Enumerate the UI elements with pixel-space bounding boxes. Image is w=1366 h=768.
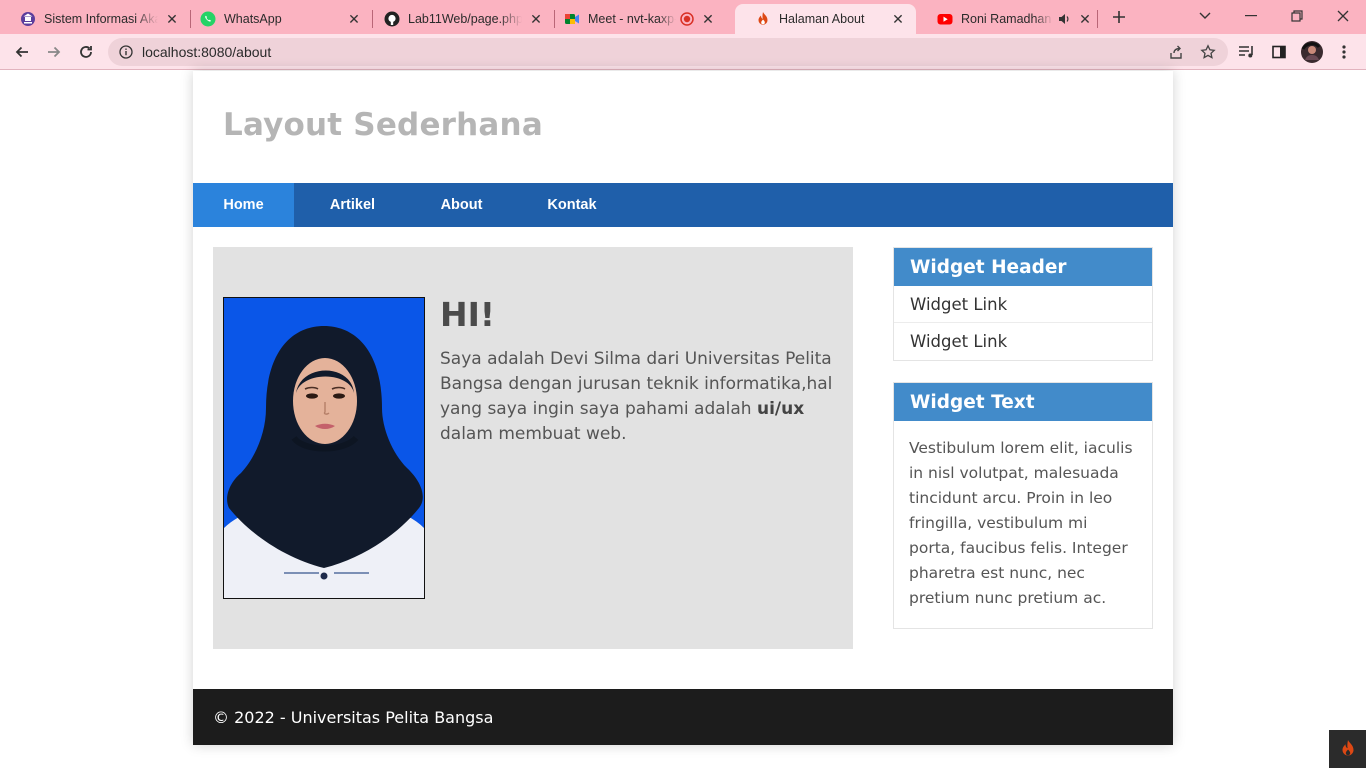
tab-label: Roni Ramadhan Full xyxy=(961,12,1053,26)
widget-links: Widget Header Widget Link Widget Link xyxy=(893,247,1153,361)
tab-label: Lab11Web/page.php at main xyxy=(408,12,522,26)
university-icon xyxy=(20,11,36,27)
reload-button[interactable] xyxy=(72,38,100,66)
nav-home[interactable]: Home xyxy=(193,183,294,227)
avatar xyxy=(1301,41,1323,63)
plus-icon xyxy=(1113,11,1125,23)
widget-header: Widget Text xyxy=(894,383,1152,421)
meet-icon xyxy=(564,11,580,27)
tab-sistem-informasi[interactable]: Sistem Informasi Akademik ✕ xyxy=(0,4,190,34)
address-bar[interactable]: localhost:8080/about xyxy=(108,38,1228,66)
tab-youtube[interactable]: Roni Ramadhan Full ✕ xyxy=(917,4,1097,34)
widget-text: Widget Text Vestibulum lorem elit, iacul… xyxy=(893,382,1153,629)
hero-text-bold: ui/ux xyxy=(756,399,805,419)
close-icon[interactable]: ✕ xyxy=(890,11,906,27)
forward-button[interactable] xyxy=(40,38,68,66)
tab-label: WhatsApp xyxy=(224,12,282,26)
arrow-left-icon xyxy=(15,46,28,58)
restore-icon xyxy=(1291,10,1303,22)
hero-heading: HI! xyxy=(440,295,495,334)
browser-toolbar: localhost:8080/about xyxy=(0,34,1366,70)
minimize-button[interactable] xyxy=(1228,4,1274,28)
bookmark-button[interactable] xyxy=(1194,38,1222,66)
tab-whatsapp[interactable]: WhatsApp ✕ xyxy=(180,4,372,34)
hero-text-part: dalam membuat web. xyxy=(440,424,627,444)
tab-label: Halaman About xyxy=(779,12,865,26)
tab-label: Sistem Informasi Akademik xyxy=(44,12,158,26)
tab-divider xyxy=(1097,10,1098,28)
widget-link[interactable]: Widget Link xyxy=(894,323,1152,360)
footer-text: © 2022 - Universitas Pelita Bangsa xyxy=(213,707,494,727)
codeigniter-icon xyxy=(1342,740,1353,756)
codeigniter-icon xyxy=(755,11,771,27)
url-text: localhost:8080/about xyxy=(142,44,272,60)
new-tab-button[interactable] xyxy=(1108,6,1130,28)
site-footer: © 2022 - Universitas Pelita Bangsa xyxy=(193,689,1173,745)
side-panel-button[interactable] xyxy=(1265,38,1293,66)
chevron-down-icon xyxy=(1199,12,1211,19)
hero-panel: HI! Saya adalah Devi Silma dari Universi… xyxy=(213,247,853,649)
nav-kontak[interactable]: Kontak xyxy=(512,183,632,227)
share-icon xyxy=(1170,45,1182,59)
back-button[interactable] xyxy=(8,38,36,66)
reload-icon xyxy=(80,46,92,58)
recording-icon xyxy=(680,12,694,26)
whatsapp-icon xyxy=(200,11,216,27)
playlist-icon xyxy=(1239,46,1253,58)
restore-button[interactable] xyxy=(1274,4,1320,28)
star-icon xyxy=(1200,44,1216,59)
close-icon[interactable]: ✕ xyxy=(1077,11,1093,27)
tab-label: Meet - nvt-kaxp-cm xyxy=(588,12,676,26)
menu-button[interactable] xyxy=(1330,38,1358,66)
site-title: Layout Sederhana xyxy=(223,107,543,143)
media-control-button[interactable] xyxy=(1233,38,1261,66)
more-vertical-icon xyxy=(1342,45,1346,59)
close-icon[interactable]: ✕ xyxy=(164,11,180,27)
person-portrait-icon xyxy=(224,298,424,598)
minimize-icon xyxy=(1245,15,1257,17)
widget-link[interactable]: Widget Link xyxy=(894,286,1152,323)
debug-toolbar-button[interactable] xyxy=(1329,730,1366,768)
speaker-icon[interactable] xyxy=(1057,12,1071,26)
close-icon[interactable]: ✕ xyxy=(346,11,362,27)
site-header: Layout Sederhana xyxy=(193,71,1173,183)
close-icon[interactable]: ✕ xyxy=(700,11,716,27)
profile-button[interactable] xyxy=(1298,38,1326,66)
widget-header: Widget Header xyxy=(894,248,1152,286)
info-icon[interactable] xyxy=(112,38,140,66)
close-icon xyxy=(1337,10,1349,22)
side-panel-icon xyxy=(1272,45,1286,59)
profile-photo xyxy=(223,297,425,599)
github-icon xyxy=(384,11,400,27)
nav-about[interactable]: About xyxy=(411,183,512,227)
tab-search-button[interactable] xyxy=(1182,4,1228,28)
tab-github[interactable]: Lab11Web/page.php at main ✕ xyxy=(364,4,554,34)
page-viewport: Layout Sederhana Home Artikel About Kont… xyxy=(0,71,1366,768)
tab-meet[interactable]: Meet - nvt-kaxp-cm ✕ xyxy=(544,4,736,34)
main-nav: Home Artikel About Kontak xyxy=(193,183,1173,227)
hero-description: Saya adalah Devi Silma dari Universitas … xyxy=(440,347,852,447)
site-container: Layout Sederhana Home Artikel About Kont… xyxy=(193,71,1173,745)
arrow-right-icon xyxy=(48,46,61,58)
tab-halaman-about[interactable]: Halaman About ✕ xyxy=(735,4,916,34)
widget-body-text: Vestibulum lorem elit, iaculis in nisl v… xyxy=(909,439,1133,607)
nav-artikel[interactable]: Artikel xyxy=(294,183,411,227)
close-window-button[interactable] xyxy=(1320,4,1366,28)
share-button[interactable] xyxy=(1162,38,1190,66)
youtube-icon xyxy=(937,11,953,27)
close-icon[interactable]: ✕ xyxy=(528,11,544,27)
browser-tab-strip: Sistem Informasi Akademik ✕ WhatsApp ✕ L… xyxy=(0,0,1366,34)
